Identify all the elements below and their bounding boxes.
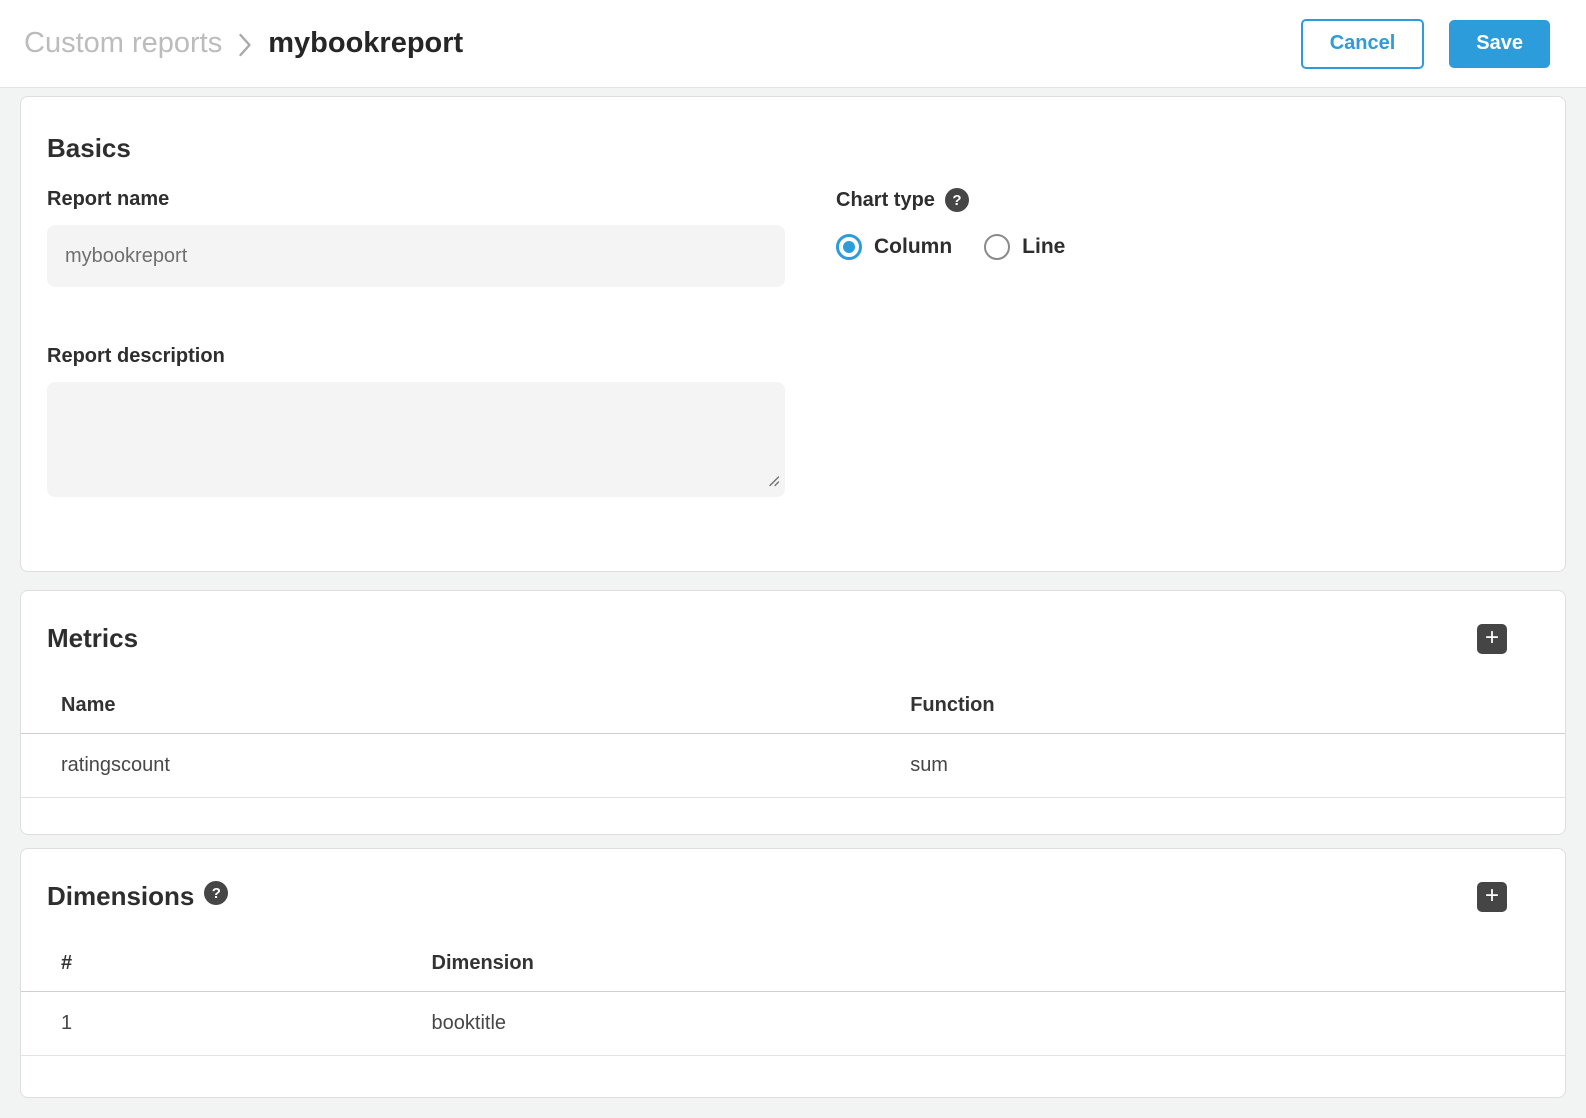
chart-type-label: Chart type [836,189,935,212]
breadcrumb: Custom reports mybookreport [24,27,463,60]
dimensions-table: # Dimension 1 booktitle [21,938,1565,1056]
metrics-card-head: Metrics + [21,591,1565,654]
dimensions-index-header: # [21,938,392,992]
dimension-index-cell: 1 [21,992,392,1056]
plus-icon: + [1485,626,1499,650]
report-name-input[interactable] [47,225,785,287]
header-actions: Cancel Save [1301,19,1550,69]
report-description-textarea[interactable] [47,382,785,497]
metric-function-cell: sum [870,734,1565,798]
dimensions-title: Dimensions [47,881,194,912]
plus-icon: + [1485,884,1499,908]
dimensions-dimension-header: Dimension [392,938,1565,992]
table-row[interactable]: ratingscount sum [21,734,1565,798]
report-description-wrap [47,382,785,497]
metrics-title: Metrics [47,623,138,654]
metrics-table: Name Function ratingscount sum [21,680,1565,798]
breadcrumb-report-name: mybookreport [268,27,463,60]
basics-card: Basics Report name Report description [20,96,1566,572]
add-metric-button[interactable]: + [1477,624,1507,654]
add-dimension-button[interactable]: + [1477,882,1507,912]
dimensions-help-icon[interactable]: ? [204,881,228,905]
metric-name-cell: ratingscount [21,734,870,798]
top-bar: Custom reports mybookreport Cancel Save [0,0,1586,88]
dimension-name-cell: booktitle [392,992,1565,1056]
chart-type-row: Chart type ? [836,188,1539,212]
basics-left-column: Report name Report description [47,188,785,497]
report-description-label: Report description [47,345,785,368]
metrics-header-row: Name Function [21,680,1565,734]
line-radio-label: Line [1022,235,1065,259]
column-radio[interactable]: Column [836,234,952,260]
dimensions-card-head: Dimensions ? + [21,849,1565,912]
radio-checked-icon [836,234,862,260]
basics-right-column: Chart type ? Column Line [836,188,1539,497]
metrics-card: Metrics + Name Function ratingscount sum [20,590,1566,835]
basics-title: Basics [47,133,1539,164]
table-row[interactable]: 1 booktitle [21,992,1565,1056]
metrics-function-header: Function [870,680,1565,734]
chevron-right-icon [238,32,252,58]
help-icon[interactable]: ? [945,188,969,212]
line-radio[interactable]: Line [984,234,1065,260]
custom-report-editor: Custom reports mybookreport Cancel Save … [0,0,1586,1118]
breadcrumb-custom-reports[interactable]: Custom reports [24,27,222,60]
radio-unchecked-icon [984,234,1010,260]
save-button[interactable]: Save [1449,20,1550,68]
main-content: Basics Report name Report description [0,88,1586,1098]
basics-grid: Report name Report description [47,188,1539,497]
cancel-button[interactable]: Cancel [1301,19,1425,69]
column-radio-label: Column [874,235,952,259]
metrics-name-header: Name [21,680,870,734]
dimensions-card: Dimensions ? + # Dimension 1 bo [20,848,1566,1098]
dimensions-header-row: # Dimension [21,938,1565,992]
chart-type-options: Column Line [836,234,1539,260]
report-name-label: Report name [47,188,785,211]
